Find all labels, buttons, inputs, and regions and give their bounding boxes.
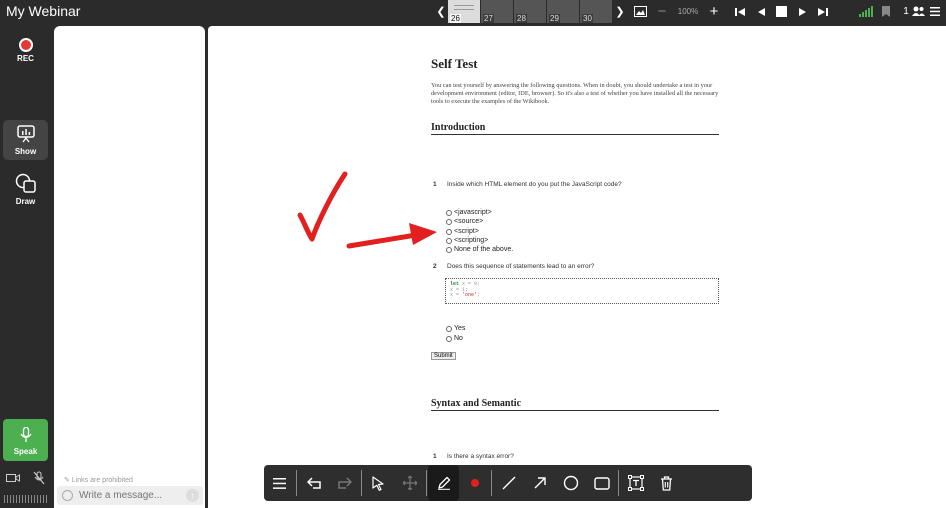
links-prohibited-notice: ✎ Links are prohibited [64, 476, 133, 484]
text-box-icon[interactable] [620, 465, 651, 501]
rectangle-tool-icon[interactable] [586, 465, 617, 501]
move-icon[interactable] [394, 465, 425, 501]
slide-thumbnail[interactable]: 30 [580, 0, 612, 23]
participants-button[interactable]: 1 [900, 3, 928, 20]
links-notice-text: Links are prohibited [71, 477, 133, 484]
color-picker-icon[interactable] [459, 465, 490, 501]
circle-tool-icon[interactable] [555, 465, 586, 501]
arrow-head-annotation [409, 223, 437, 245]
bookmark-icon[interactable] [880, 3, 892, 20]
next-thumbnails-icon[interactable]: ❯ [613, 0, 627, 23]
image-icon[interactable] [632, 3, 648, 20]
toolbar-divider [296, 470, 297, 496]
trash-icon[interactable] [651, 465, 682, 501]
undo-icon[interactable] [298, 465, 329, 501]
signal-strength-icon [858, 3, 874, 20]
zoom-level: 100% [677, 7, 699, 16]
speak-button[interactable]: Speak [3, 419, 48, 461]
line-tool-icon[interactable] [493, 465, 524, 501]
slide-thumbnail[interactable]: 28 [514, 0, 546, 23]
resize-grip[interactable] [4, 495, 48, 503]
record-icon [18, 38, 33, 52]
left-rail: REC Show Draw Speak [0, 23, 52, 508]
record-label: REC [17, 54, 34, 63]
first-slide-icon[interactable] [733, 3, 747, 20]
users-icon [911, 5, 925, 19]
media-controls [3, 468, 49, 490]
toolbar-divider [361, 470, 362, 496]
microphone-icon [3, 426, 48, 445]
participant-count: 1 [903, 6, 909, 17]
arrow-tool-icon[interactable] [524, 465, 555, 501]
stop-icon[interactable] [774, 3, 788, 20]
zoom-out-button[interactable]: − [655, 3, 669, 20]
slide-thumbnail[interactable]: 26 [448, 0, 480, 23]
emoji-icon[interactable] [62, 490, 73, 501]
menu-icon[interactable] [264, 465, 295, 501]
toolbar-divider [618, 470, 619, 496]
slide-number: 30 [582, 14, 593, 23]
presentation-icon [3, 125, 48, 145]
app-title: My Webinar [6, 3, 81, 19]
show-label: Show [14, 147, 37, 156]
draw-label: Draw [15, 197, 36, 206]
next-slide-icon[interactable] [796, 3, 810, 20]
chat-input-row: ↑ [57, 486, 203, 505]
prev-thumbnails-icon[interactable]: ❮ [434, 0, 448, 23]
annotation-layer [297, 171, 437, 249]
select-cursor-icon[interactable] [363, 465, 394, 501]
draw-button[interactable]: Draw [3, 173, 48, 206]
slide-number: 27 [483, 14, 494, 23]
speak-label: Speak [13, 447, 38, 456]
slide-thumbnail-strip: ❮ 26 27 28 29 30 ❯ [434, 0, 627, 23]
zoom-in-button[interactable]: + [707, 3, 721, 20]
chat-panel: ✎ Links are prohibited ↑ [54, 26, 205, 508]
pen-icon[interactable] [428, 465, 459, 501]
microphone-muted-icon[interactable] [29, 468, 49, 488]
redo-icon[interactable] [329, 465, 360, 501]
record-button[interactable]: REC [3, 38, 48, 63]
slide-thumbnail[interactable]: 29 [547, 0, 579, 23]
zoom-control: − 100% + [655, 2, 721, 21]
slide-number: 28 [516, 14, 527, 23]
hamburger-menu-icon[interactable] [929, 3, 941, 20]
drawing-toolbar [264, 465, 752, 501]
send-icon[interactable]: ↑ [186, 489, 199, 502]
link-icon: ✎ [64, 477, 70, 484]
slide-number: 26 [450, 14, 461, 23]
camera-icon[interactable] [3, 468, 23, 488]
show-button[interactable]: Show [3, 120, 48, 160]
slide-number: 29 [549, 14, 560, 23]
presentation-stage[interactable]: Self Test You can test yourself by answe… [208, 26, 946, 508]
previous-slide-icon[interactable] [754, 3, 768, 20]
shapes-icon [3, 173, 48, 195]
checkmark-annotation [297, 171, 348, 242]
slide-thumbnail[interactable]: 27 [481, 0, 513, 23]
last-slide-icon[interactable] [816, 3, 830, 20]
top-bar: My Webinar ❮ 26 27 28 29 30 ❯ − 100% + 1 [0, 0, 946, 23]
toolbar-divider [491, 470, 492, 496]
chat-message-input[interactable] [79, 488, 179, 503]
toolbar-divider [426, 470, 427, 496]
